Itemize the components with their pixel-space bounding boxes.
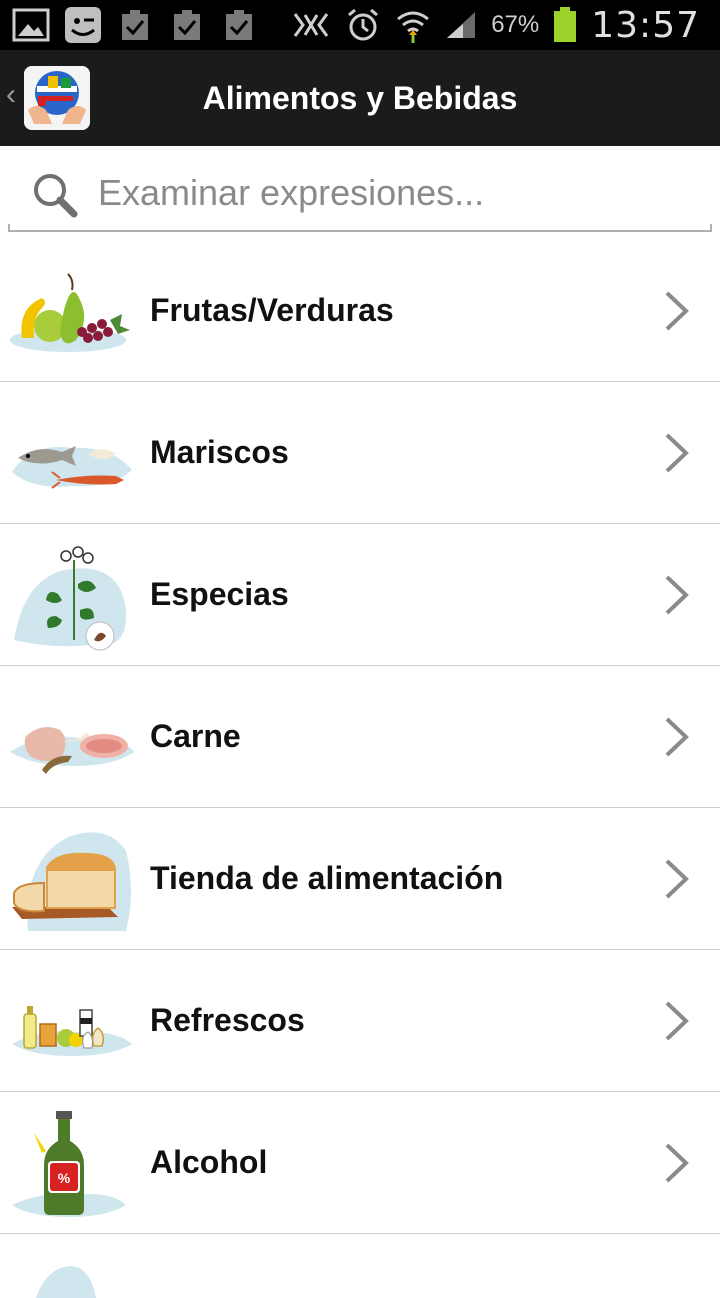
chevron-right-icon [665, 717, 689, 757]
search-input[interactable] [96, 164, 700, 222]
fruits-vegetables-icon [10, 273, 130, 352]
chevron-right-icon [665, 291, 689, 331]
soft-drinks-icon [12, 1006, 132, 1056]
gallery-icon [12, 8, 50, 42]
list-item-label: Frutas/Verduras [150, 292, 394, 328]
action-bar: ‹ Alimentos y Bebidas [0, 50, 720, 146]
list-item-frutas-verduras[interactable]: Frutas/Verduras [0, 240, 720, 382]
meat-icon [10, 727, 134, 774]
list-item-alcohol[interactable]: % Alcohol [0, 1092, 720, 1234]
status-bar: 67% 13:57 [0, 0, 720, 50]
list-item-label: Especias [150, 576, 289, 612]
search-bar [8, 150, 712, 232]
battery-percentage: 67% [491, 11, 540, 38]
spices-icon [14, 546, 127, 651]
chevron-right-icon [665, 1001, 689, 1041]
list-item-label: Alcohol [150, 1144, 268, 1180]
screen-title: Alimentos y Bebidas [202, 80, 518, 116]
list-item-label: Carne [150, 718, 241, 754]
chevron-right-icon [665, 1143, 689, 1183]
seafood-icon [12, 446, 132, 489]
list-item-partial[interactable] [0, 1234, 720, 1298]
category-list: Frutas/Verduras Mariscos Especias Carne … [0, 240, 720, 1298]
grocery-store-icon [12, 832, 131, 931]
partial-illustration-icon [36, 1266, 96, 1298]
list-item-label: Refrescos [150, 1002, 305, 1038]
task-check-icon [174, 10, 200, 40]
battery-icon [554, 7, 577, 42]
clock: 13:57 [591, 4, 700, 46]
messenger-icon [65, 7, 101, 43]
search-icon [34, 174, 78, 218]
list-item-especias[interactable]: Especias [0, 524, 720, 666]
alcohol-icon: % [12, 1111, 126, 1217]
list-item-refrescos[interactable]: Refrescos [0, 950, 720, 1092]
alarm-icon [348, 8, 379, 41]
list-item-label: Tienda de alimentación [150, 860, 504, 896]
signal-icon [447, 12, 476, 38]
wifi-icon [397, 11, 430, 43]
chevron-right-icon [665, 575, 689, 615]
task-check-icon [226, 10, 252, 40]
nfc-icon [293, 13, 329, 37]
chevron-right-icon [665, 433, 689, 473]
system-icons: 67% 13:57 [291, 0, 700, 50]
notification-icons [12, 6, 258, 44]
list-item-label: Mariscos [150, 434, 289, 470]
search-underline [8, 224, 712, 232]
svg-text:%: % [58, 1170, 71, 1186]
list-item-tienda-de-alimentacion[interactable]: Tienda de alimentación [0, 808, 720, 950]
list-item-carne[interactable]: Carne [0, 666, 720, 808]
task-check-icon [122, 10, 148, 40]
list-item-mariscos[interactable]: Mariscos [0, 382, 720, 524]
chevron-right-icon [665, 859, 689, 899]
